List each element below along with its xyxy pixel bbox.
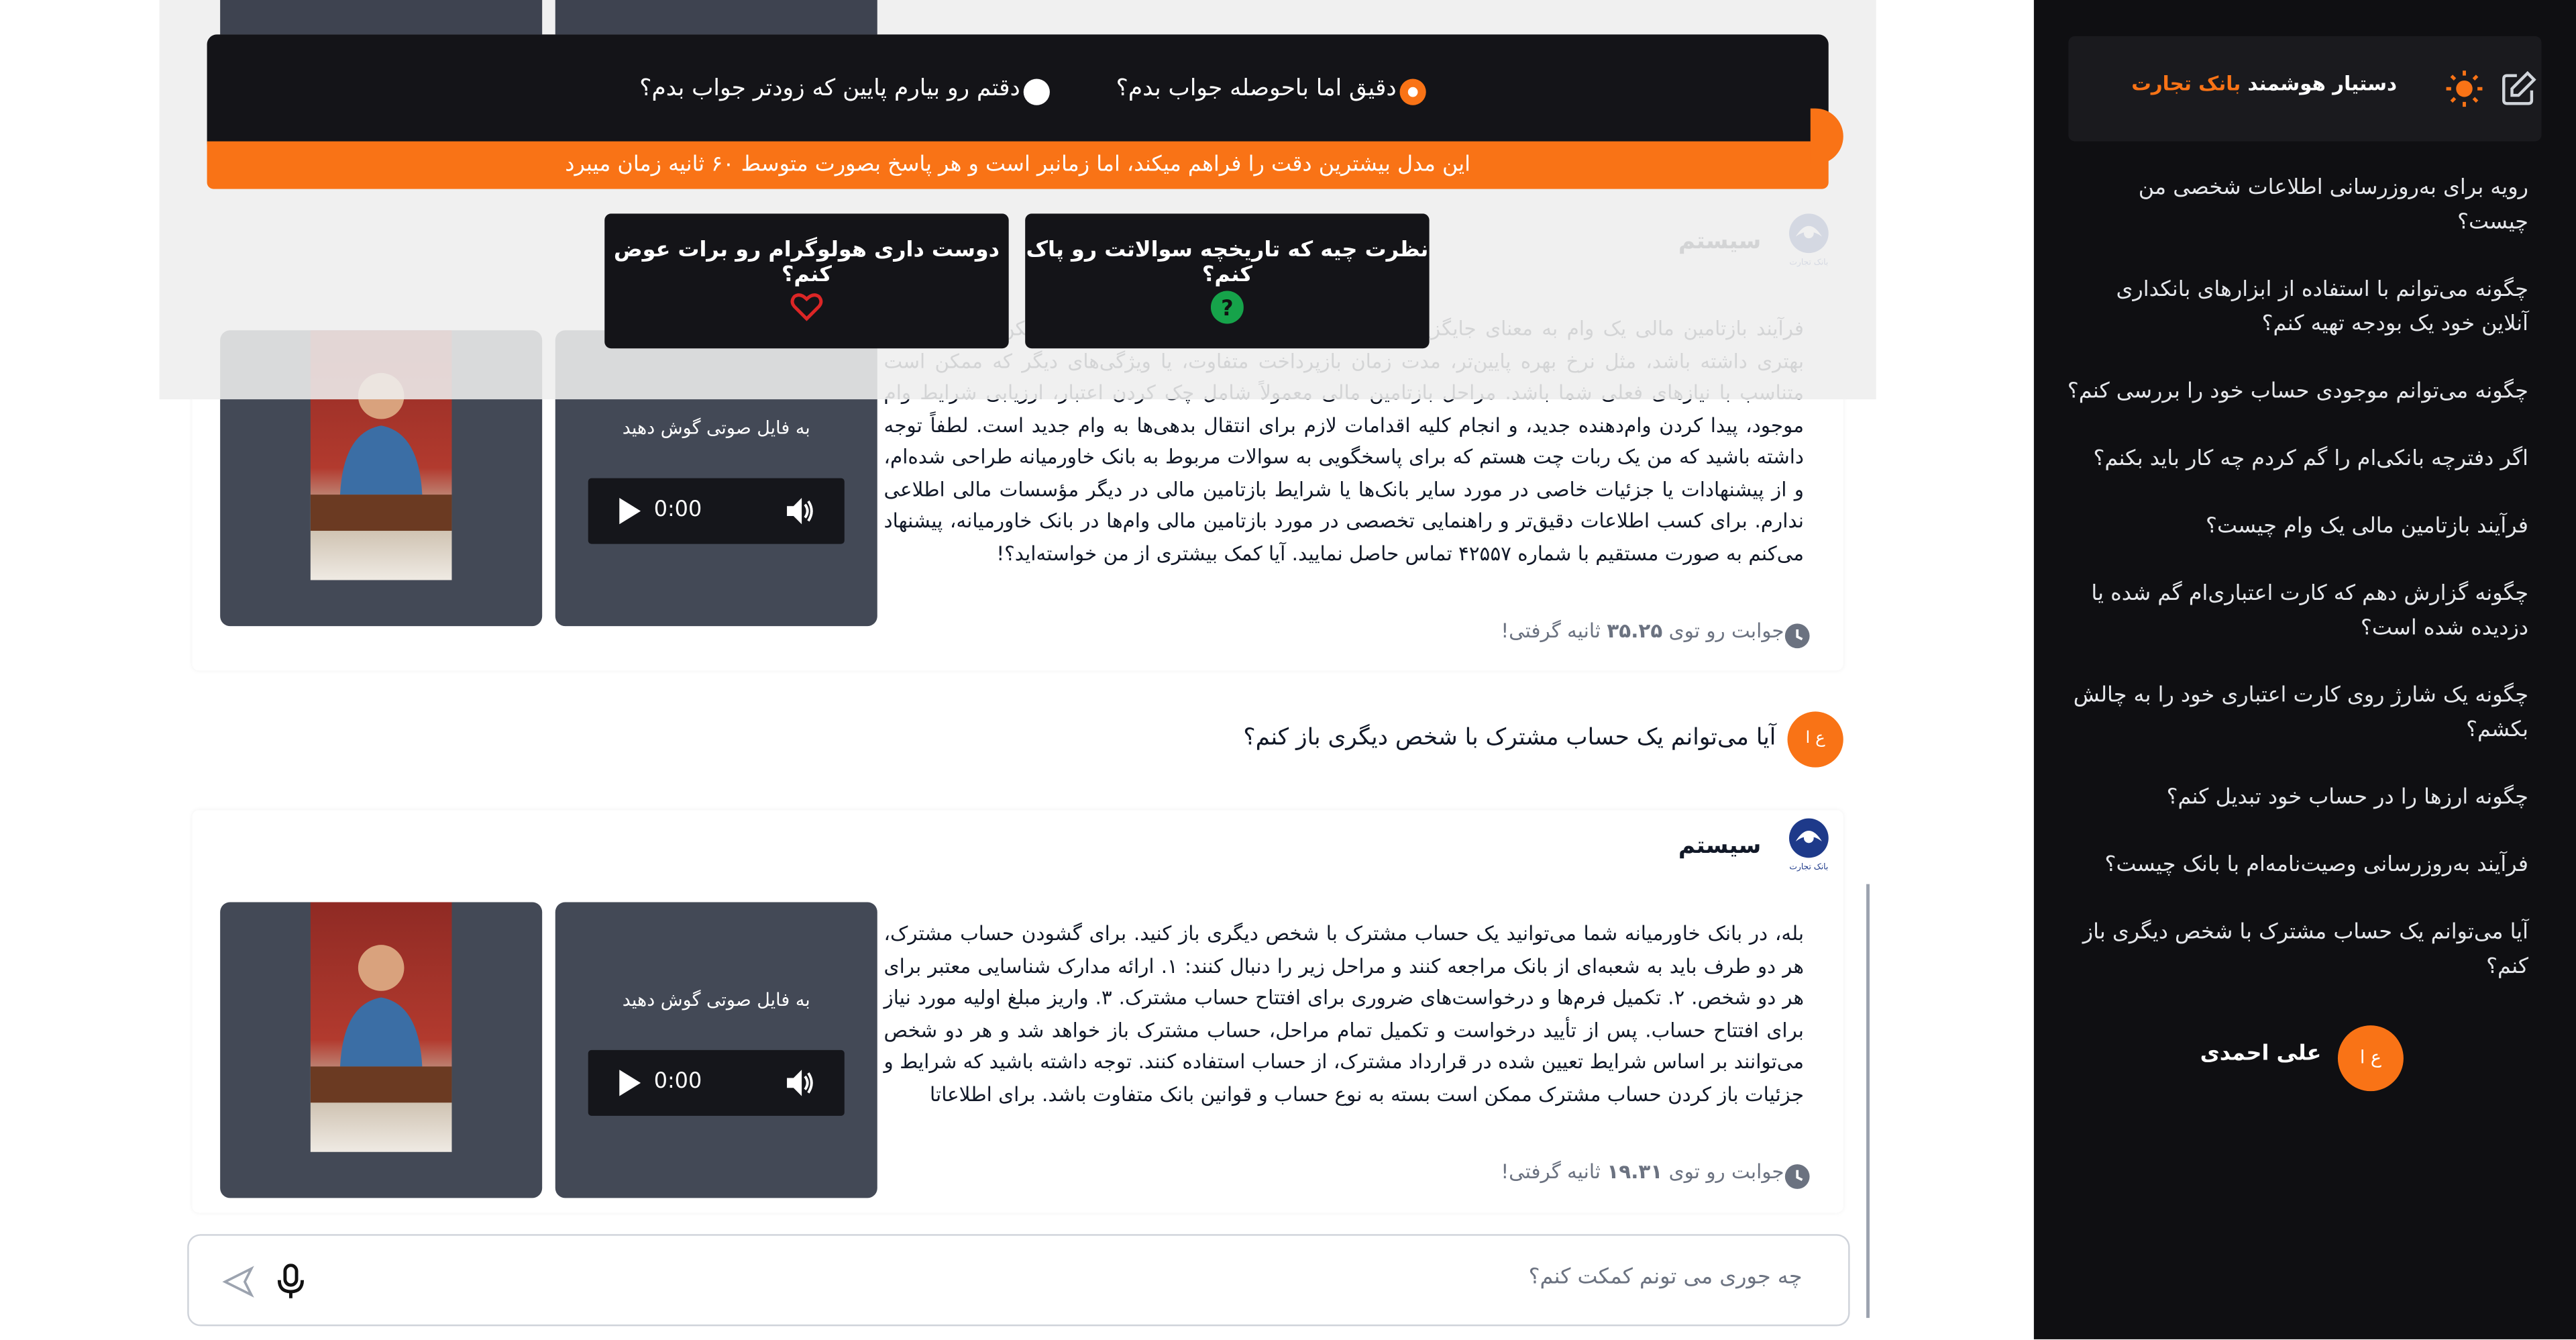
response-mode-selector: دقیق اما باحوصله جواب بدم؟ دقتم رو بیارم… — [207, 34, 1829, 153]
history-list: رویه برای به‌روزرسانی اطلاعات شخصی من چی… — [2065, 171, 2528, 1017]
history-item[interactable]: اگر دفترچه بانکی‌ام را گم کردم چه کار با… — [2065, 442, 2528, 476]
chat-input-box: چه جوری می تونم کمکت کنم؟ — [187, 1234, 1850, 1327]
sun-icon[interactable] — [2445, 69, 2484, 109]
change-hologram-text: دوست داری هولوگرام رو برات عوض کنم؟ — [613, 238, 1000, 288]
system-label: سیستم — [1678, 833, 1762, 860]
volume-icon[interactable] — [786, 1068, 815, 1098]
audio-time: 0:00 — [653, 498, 702, 523]
answer-time-value: ۱۹.۳۱ — [1607, 1159, 1663, 1184]
profile-name: علی احمدی — [2200, 1041, 2322, 1067]
answer-time-suffix: ثانیه گرفتی! — [1501, 619, 1607, 643]
play-icon[interactable] — [618, 1070, 641, 1096]
mode-fast-radio[interactable] — [1023, 79, 1050, 105]
mode-accurate-radio[interactable] — [1399, 79, 1426, 105]
history-item[interactable]: رویه برای به‌روزرسانی اطلاعات شخصی من چی… — [2065, 171, 2528, 240]
audio-player[interactable]: 0:00 — [588, 478, 845, 544]
heart-icon[interactable] — [790, 291, 823, 323]
answer-time: جوابت رو توی ۳۵.۲۵ ثانیه گرفتی! — [1501, 619, 1784, 642]
app-title: دستیار هوشمند بانک تجارت — [2131, 72, 2397, 95]
history-item[interactable]: چگونه یک شارژ روی کارت اعتباری خود را به… — [2065, 678, 2528, 748]
scrollbar[interactable] — [1866, 884, 1870, 1319]
clear-history-text: نظرت چیه که تاریخچه سوالاتت رو پاک کنم؟ — [1026, 238, 1429, 288]
history-item[interactable]: چگونه گزارش دهم که کارت اعتباری‌ام گم شد… — [2065, 577, 2528, 646]
audio-card-top — [555, 0, 877, 35]
audio-label: به فایل صوتی گوش دهید — [622, 989, 810, 1011]
audio-card: به فایل صوتی گوش دهید 0:00 — [555, 902, 877, 1198]
history-item[interactable]: چگونه می‌توانم با استفاده از ابزارهای با… — [2065, 273, 2529, 342]
new-chat-edit-icon[interactable] — [2499, 69, 2538, 109]
send-icon[interactable] — [222, 1266, 255, 1298]
app-title-prefix: دستیار هوشمند — [2241, 72, 2398, 96]
answer-time: جوابت رو توی ۱۹.۳۱ ثانیه گرفتی! — [1501, 1160, 1784, 1183]
mic-icon[interactable] — [274, 1264, 307, 1300]
mode-fast-label[interactable]: دقتم رو بیارم پایین که زودتر جواب بدم؟ — [639, 76, 1020, 102]
bank-logo-text: بانک تجارت — [1789, 862, 1829, 873]
play-icon[interactable] — [618, 498, 641, 525]
mode-notice: این مدل بیشترین دقت را فراهم میکند، اما … — [207, 141, 1829, 189]
history-item[interactable]: چگونه می‌توانم موجودی حساب خود را بررسی … — [2065, 374, 2528, 409]
hologram-video[interactable] — [220, 902, 543, 1198]
answer-time-prefix: جوابت رو توی — [1662, 619, 1784, 643]
bank-logo-icon: بانک تجارت — [1784, 817, 1833, 876]
user-avatar: ع ا — [1787, 711, 1843, 768]
clear-history-tip[interactable]: نظرت چیه که تاریخچه سوالاتت رو پاک کنم؟ … — [1025, 213, 1430, 349]
clock-icon — [1784, 623, 1810, 649]
audio-time: 0:00 — [653, 1070, 702, 1095]
history-item[interactable]: چگونه ارزها را در حساب خود تبدیل کنم؟ — [2065, 780, 2528, 815]
chat-input[interactable]: چه جوری می تونم کمکت کنم؟ — [1529, 1266, 1803, 1290]
answer-time-prefix: جوابت رو توی — [1662, 1159, 1784, 1184]
question-icon[interactable]: ? — [1210, 291, 1244, 324]
change-hologram-tip[interactable]: دوست داری هولوگرام رو برات عوض کنم؟ — [604, 213, 1009, 349]
history-item[interactable]: آیا می‌توانم یک حساب مشترک با شخص دیگری … — [2065, 915, 2528, 984]
answer-time-value: ۳۵.۲۵ — [1607, 619, 1663, 643]
hologram-video-frame — [310, 902, 452, 1152]
answer-text: بله، در بانک خاورمیانه شما می‌توانید یک … — [883, 921, 1805, 1105]
clock-icon — [1784, 1164, 1810, 1189]
profile-avatar: ع ا — [2337, 1025, 2404, 1092]
volume-icon[interactable] — [786, 497, 815, 526]
user-profile[interactable]: ع ا علی احمدی — [2200, 1025, 2404, 1092]
history-item[interactable]: فرآیند به‌روزرسانی وصیت‌نامه‌ام با بانک … — [2065, 848, 2528, 882]
audio-card-top — [220, 0, 543, 35]
mode-accurate-label[interactable]: دقیق اما باحوصله جواب بدم؟ — [1116, 76, 1397, 102]
chat-area: بانک تجارت سیستم فرآیند بازتامین مالی یک… — [0, 0, 2034, 1339]
audio-label: به فایل صوتی گوش دهید — [622, 417, 810, 439]
svg-text:?: ? — [1221, 295, 1233, 321]
user-question: آیا می‌توانم یک حساب مشترک با شخص دیگری … — [1243, 725, 1776, 752]
sidebar-header: دستیار هوشمند بانک تجارت — [2068, 36, 2542, 142]
audio-player[interactable]: 0:00 — [588, 1049, 845, 1116]
history-item[interactable]: فرآیند بازتامین مالی یک وام چیست؟ — [2065, 509, 2528, 544]
sidebar: دستیار هوشمند بانک تجارت رویه برای به‌رو… — [2033, 0, 2576, 1339]
app-title-brand: بانک تجارت — [2131, 72, 2241, 96]
answer-time-suffix: ثانیه گرفتی! — [1501, 1159, 1607, 1184]
